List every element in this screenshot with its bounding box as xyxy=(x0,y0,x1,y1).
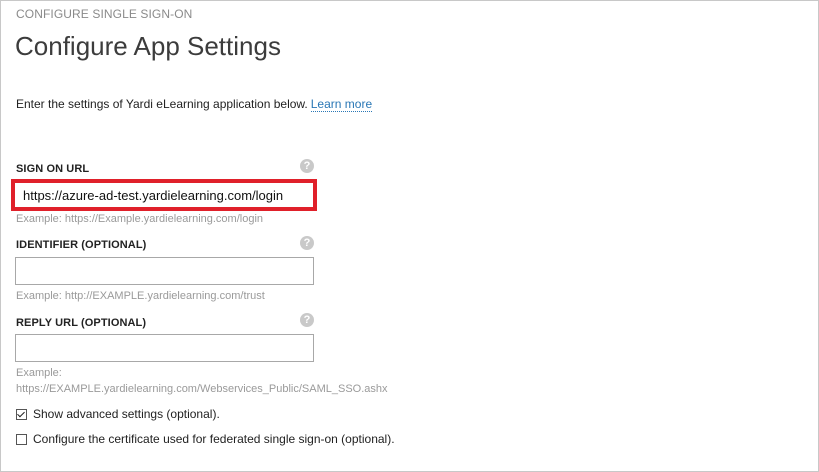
reply-url-help-icon[interactable]: ? xyxy=(300,313,314,327)
reply-url-example: https://EXAMPLE.yardielearning.com/Webse… xyxy=(16,383,388,395)
reply-url-label: REPLY URL (OPTIONAL) xyxy=(16,317,147,329)
breadcrumb: CONFIGURE SINGLE SIGN-ON xyxy=(16,7,193,21)
dialog-frame xyxy=(0,0,819,472)
intro-description: Enter the settings of Yardi eLearning ap… xyxy=(16,97,308,111)
advanced-settings-option[interactable]: Show advanced settings (optional). xyxy=(16,407,220,421)
reply-url-example-prefix: Example: xyxy=(16,367,62,379)
page-title: Configure App Settings xyxy=(15,31,281,61)
identifier-input[interactable] xyxy=(15,257,314,285)
sign-on-url-input[interactable] xyxy=(11,179,317,211)
learn-more-link[interactable]: Learn more xyxy=(310,97,373,112)
sign-on-url-example: Example: https://Example.yardielearning.… xyxy=(16,213,264,225)
sign-on-url-help-icon[interactable]: ? xyxy=(300,159,314,173)
reply-url-input[interactable] xyxy=(15,334,314,362)
certificate-label: Configure the certificate used for feder… xyxy=(33,432,395,446)
certificate-option[interactable]: Configure the certificate used for feder… xyxy=(16,432,395,446)
sign-on-url-label: SIGN ON URL xyxy=(16,163,90,175)
identifier-label: IDENTIFIER (OPTIONAL) xyxy=(16,239,147,251)
identifier-help-icon[interactable]: ? xyxy=(300,236,314,250)
certificate-checkbox[interactable] xyxy=(16,433,27,445)
advanced-settings-label: Show advanced settings (optional). xyxy=(33,407,220,421)
identifier-example: Example: http://EXAMPLE.yardielearning.c… xyxy=(16,290,265,302)
advanced-settings-checkbox[interactable] xyxy=(16,408,27,420)
intro-text: Enter the settings of Yardi eLearning ap… xyxy=(16,97,373,112)
